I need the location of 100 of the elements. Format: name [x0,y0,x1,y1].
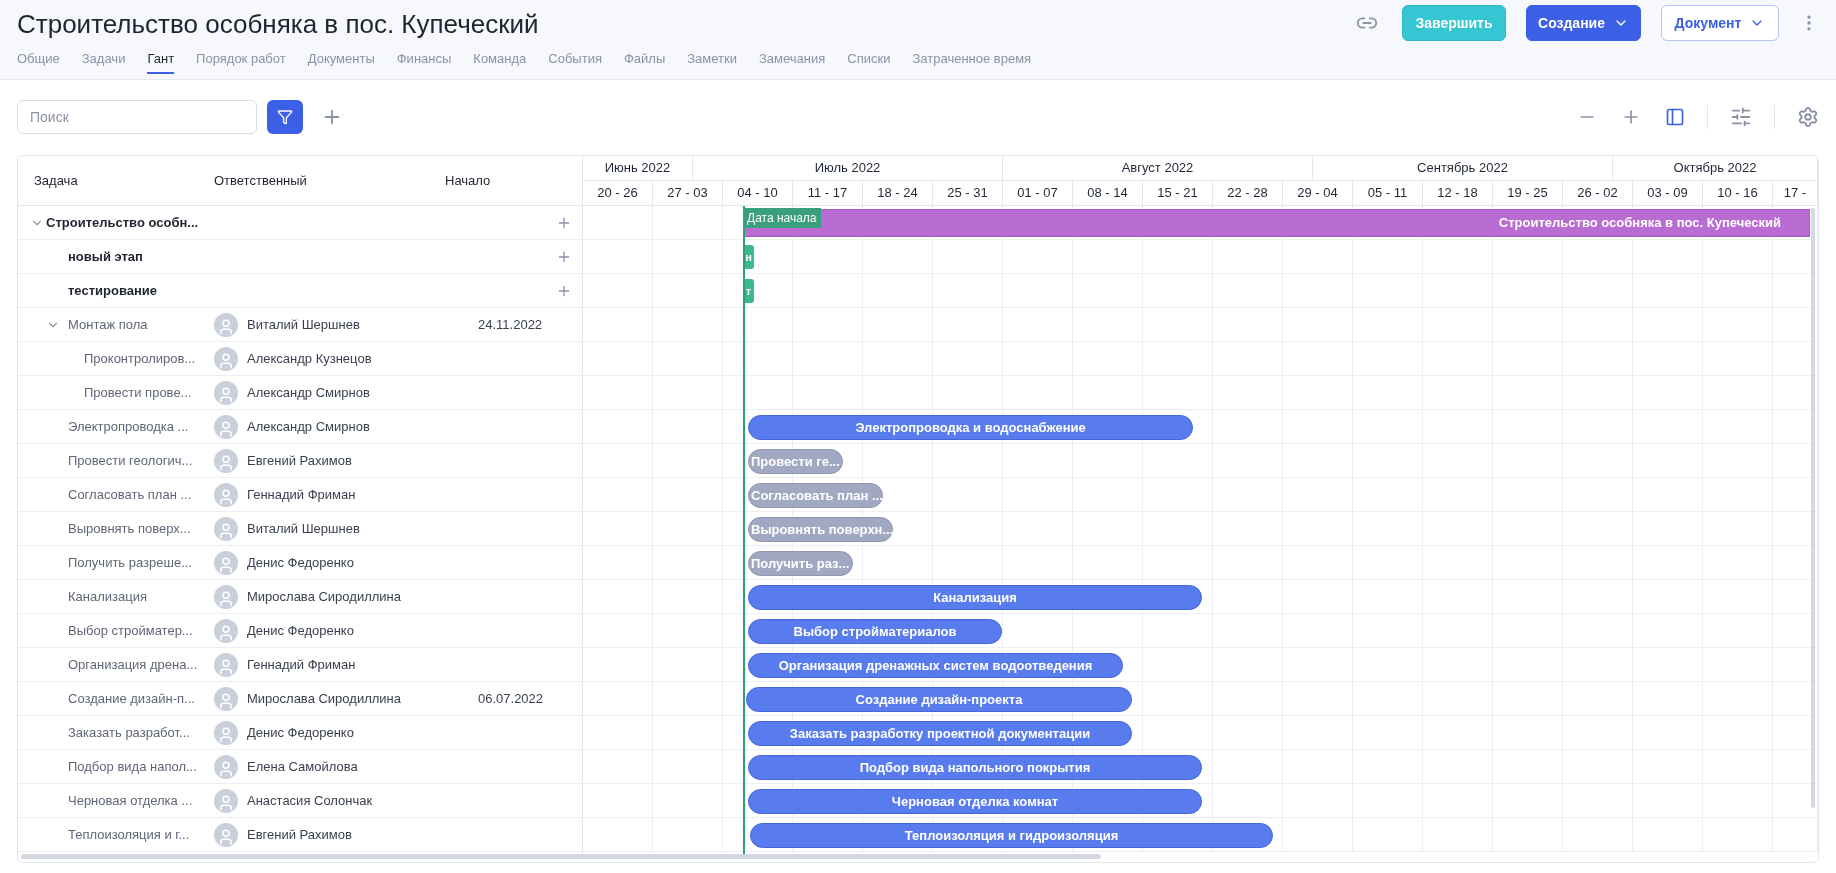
task-name[interactable]: Заказать разработ... [68,722,190,743]
week-label: 05 - 11 [1353,181,1423,205]
avatar-icon [214,584,238,609]
settings-icon[interactable] [1797,106,1819,128]
assignee-name: Геннадий Фриман [247,485,356,504]
week-label: 01 - 07 [1003,181,1073,205]
task-bar[interactable]: Подбор вида напольного покрытия [748,755,1202,780]
task-bar[interactable]: Заказать разработку проектной документации [748,721,1132,746]
task-name[interactable]: Электропроводка ... [68,416,189,437]
task-bar[interactable]: Выровнять поверхн... [748,517,893,542]
week-label: 10 - 16 [1703,181,1773,205]
month-label: Июль 2022 [693,156,1003,180]
tab[interactable]: Документы [307,46,375,74]
task-name[interactable]: Создание дизайн-п... [68,688,195,709]
task-bar[interactable]: Черновая отделка комнат [748,789,1202,814]
task-bar[interactable]: Получить раз... [748,551,853,576]
avatar-icon [214,482,238,507]
avatar-icon [214,414,238,439]
avatar-icon [214,754,238,779]
column-header: Начало [445,171,491,190]
start-date: 06.07.2022 [478,690,544,706]
task-bar[interactable]: Теплоизоляция и гидроизоляция [750,823,1273,848]
avatar-icon [214,822,238,847]
week-label: 26 - 02 [1563,181,1633,205]
tab[interactable]: Замечания [759,46,826,74]
week-label: 18 - 24 [863,181,933,205]
task-name[interactable]: Согласовать план ... [68,484,192,505]
task-name[interactable]: Выровнять поверх... [68,518,191,539]
start-marker: Дата начала [743,208,821,228]
tab[interactable]: Порядок работ [196,46,286,74]
assignee-name: Александр Смирнов [247,417,370,436]
avatar-icon [214,618,238,643]
tab[interactable]: Общие [17,46,60,74]
avatar-icon [214,516,238,541]
tab[interactable]: События [548,46,602,74]
assignee-name: Денис Федоренко [247,621,354,640]
task-name[interactable]: Провести геологич... [68,450,193,471]
task-name[interactable]: новый этап [68,246,143,267]
tab[interactable]: Финансы [396,46,452,74]
week-label: 27 - 03 [653,181,723,205]
avatar-icon [214,380,238,405]
assignee-name: Елена Самойлова [247,757,358,776]
task-name[interactable]: Канализация [68,586,147,607]
column-header: Задача [34,171,79,190]
task-bar[interactable]: Организация дренажных систем водоотведения [748,653,1123,678]
tab[interactable]: Списки [847,46,891,74]
task-name[interactable]: Подбор вида напол... [68,756,197,777]
task-name[interactable]: Теплоизоляция и г... [68,824,190,845]
task-name[interactable]: тестирование [68,280,158,301]
avatar-icon [214,312,238,337]
assignee-name: Мирослава Сиродиллина [247,689,401,708]
filter-icon [277,109,293,125]
week-label: 22 - 28 [1213,181,1283,205]
assignee-name: Александр Смирнов [247,383,370,402]
task-name[interactable]: Строительство особн... [46,212,199,233]
assignee-name: Денис Федоренко [247,723,354,742]
task-bar[interactable]: Создание дизайн-проекта [746,687,1132,712]
task-name[interactable]: Получить разреше... [68,552,192,573]
search-field[interactable]: Поиск [17,100,257,134]
assignee-name: Евгений Рахимов [247,451,352,470]
week-label: 03 - 09 [1633,181,1703,205]
task-name[interactable]: Выбор стройматер... [68,620,193,641]
filter-button[interactable] [267,100,303,134]
task-name[interactable]: Монтаж пола [68,314,148,335]
action-button[interactable]: Завершить [1402,5,1506,41]
task-name[interactable]: Организация дрена... [68,654,198,675]
action-button[interactable]: Создание [1526,5,1641,41]
week-label: 29 - 04 [1283,181,1353,205]
assignee-name: Геннадий Фриман [247,655,356,674]
avatar-icon [214,346,238,371]
assignee-name: Евгений Рахимов [247,825,352,844]
tab[interactable]: Команда [473,46,527,74]
month-label: Сентябрь 2022 [1313,156,1613,180]
month-label: Июнь 2022 [583,156,693,180]
task-bar[interactable]: Канализация [748,585,1202,610]
task-name[interactable]: Черновая отделка ... [68,790,193,811]
tab[interactable]: Гант [147,46,175,74]
task-bar[interactable]: Согласовать план ... [748,483,883,508]
assignee-name: Александр Кузнецов [247,349,372,368]
task-bar[interactable]: Электропроводка и водоснабжение [748,415,1193,440]
sliders-icon[interactable] [1730,106,1752,128]
week-label: 19 - 25 [1493,181,1563,205]
assignee-name: Виталий Шершнев [247,315,360,334]
action-button[interactable]: Документ [1661,5,1779,41]
assignee-name: Анастасия Солончак [247,791,373,810]
week-label: 11 - 17 [793,181,863,205]
week-label: 25 - 31 [933,181,1003,205]
task-name[interactable]: Проконтролиров... [84,348,196,369]
task-name[interactable]: Провести прове... [84,382,192,403]
tab[interactable]: Затраченное время [912,46,1032,74]
avatar-icon [214,652,238,677]
task-bar[interactable]: Выбор стройматериалов [748,619,1002,644]
week-label: 08 - 14 [1073,181,1143,205]
week-label: 15 - 21 [1143,181,1213,205]
tab[interactable]: Заметки [687,46,737,74]
tab[interactable]: Файлы [623,46,666,74]
panel-icon[interactable] [1665,107,1685,127]
assignee-name: Мирослава Сиродиллина [247,587,401,606]
task-bar[interactable]: Провести ге... [748,449,843,474]
tab[interactable]: Задачи [81,46,126,74]
